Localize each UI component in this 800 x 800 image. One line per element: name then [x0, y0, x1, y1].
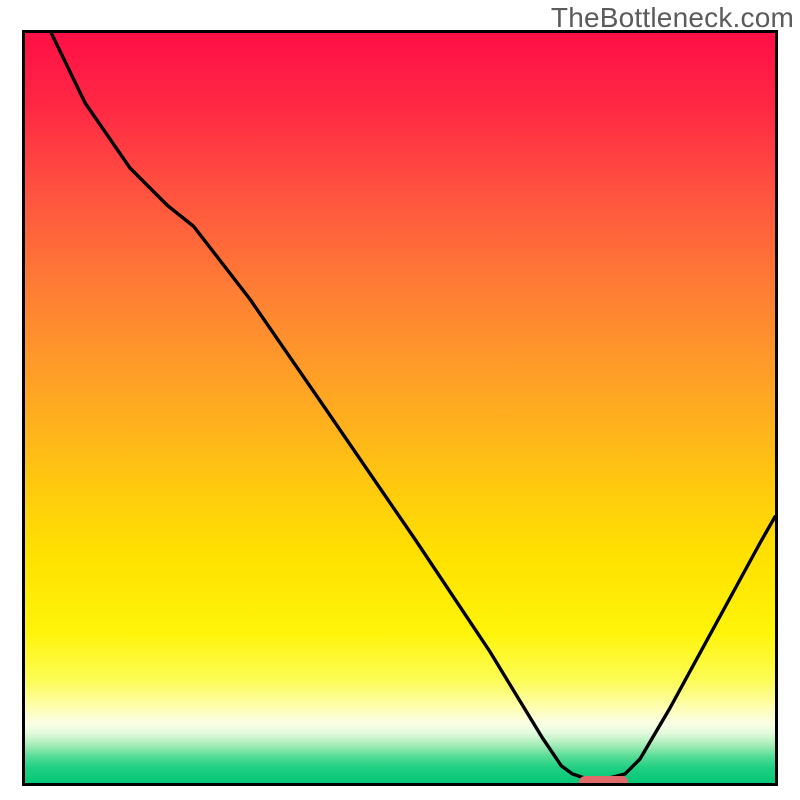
chart-frame: TheBottleneck.com: [0, 0, 800, 800]
optimal-marker: [579, 776, 628, 786]
plot-area: [22, 30, 778, 786]
bottleneck-curve: [25, 33, 775, 783]
